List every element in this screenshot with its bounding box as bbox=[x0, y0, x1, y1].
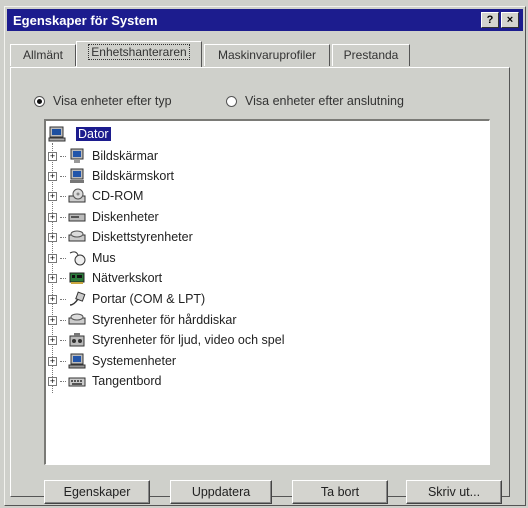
tree-item[interactable]: + Styrenheter för ljud, video och spel bbox=[48, 330, 284, 350]
remove-button[interactable]: Ta bort bbox=[292, 480, 388, 504]
tree-item[interactable]: + Bildskärmskort bbox=[48, 166, 174, 186]
expand-icon[interactable]: + bbox=[48, 356, 57, 366]
tree-item-label: Systemenheter bbox=[92, 354, 177, 368]
device-tree[interactable]: Dator + Bildskärmar + Bildskärmskort + C… bbox=[44, 119, 490, 465]
port-icon bbox=[69, 291, 86, 306]
tab-performance-label: Prestanda bbox=[343, 48, 399, 62]
expand-icon[interactable]: + bbox=[48, 212, 57, 222]
help-button[interactable]: ? bbox=[481, 12, 499, 28]
disk-drive-icon bbox=[68, 213, 86, 222]
tree-item-label: Diskettstyrenheter bbox=[92, 230, 193, 244]
tab-device-manager[interactable]: Enhetshanteraren bbox=[76, 41, 202, 67]
close-button[interactable]: × bbox=[501, 12, 519, 28]
tree-item-label: Bildskärmskort bbox=[92, 169, 174, 183]
tree-item[interactable]: + Mus bbox=[48, 248, 116, 268]
expand-icon[interactable]: + bbox=[48, 151, 57, 161]
tree-item[interactable]: + Bildskärmar bbox=[48, 146, 158, 166]
properties-button[interactable]: Egenskaper bbox=[44, 480, 150, 504]
radio-by-connection[interactable]: Visa enheter efter anslutning bbox=[226, 94, 404, 108]
tree-item[interactable]: + Systemenheter bbox=[48, 351, 176, 371]
computer-icon bbox=[48, 126, 66, 142]
expand-icon[interactable]: + bbox=[48, 376, 57, 386]
radio-by-connection-indicator[interactable] bbox=[226, 95, 237, 107]
print-button[interactable]: Skriv ut... bbox=[406, 480, 502, 504]
expand-icon[interactable]: + bbox=[48, 273, 57, 283]
expand-icon[interactable]: + bbox=[48, 294, 57, 304]
radio-by-type[interactable]: Visa enheter efter typ bbox=[34, 94, 172, 108]
tree-item[interactable]: + Diskettstyrenheter bbox=[48, 227, 193, 247]
expand-icon[interactable]: + bbox=[48, 335, 57, 345]
radio-by-type-indicator[interactable] bbox=[34, 95, 45, 107]
tree-item[interactable]: + Nätverkskort bbox=[48, 268, 162, 288]
tree-root-label: Dator bbox=[76, 127, 111, 141]
tree-item-label: Portar (COM & LPT) bbox=[92, 292, 206, 306]
expand-icon[interactable]: + bbox=[48, 171, 57, 181]
expand-icon[interactable]: + bbox=[48, 191, 57, 201]
floppy-controller-icon bbox=[68, 230, 86, 242]
tree-item-label: Bildskärmar bbox=[92, 149, 158, 163]
tree-item-label: Styrenheter för ljud, video och spel bbox=[92, 333, 285, 347]
tree-item-label: Tangentbord bbox=[92, 374, 162, 388]
expand-icon[interactable]: + bbox=[48, 232, 57, 242]
tree-item[interactable]: + CD-ROM bbox=[48, 186, 143, 206]
tree-item[interactable]: + Styrenheter för hårddiskar bbox=[48, 310, 237, 330]
tab-device-manager-label: Enhetshanteraren bbox=[88, 44, 190, 60]
tree-root-dator[interactable]: Dator bbox=[48, 126, 111, 142]
tab-performance[interactable]: Prestanda bbox=[332, 44, 410, 66]
system-device-icon bbox=[68, 353, 86, 369]
cdrom-icon bbox=[68, 188, 86, 203]
tree-item[interactable]: + Portar (COM & LPT) bbox=[48, 289, 205, 309]
tree-item-label: Mus bbox=[92, 251, 116, 265]
tree-item-label: Diskenheter bbox=[92, 210, 159, 224]
monitor-icon bbox=[70, 148, 84, 163]
tab-hardware-profiles[interactable]: Maskinvaruprofiler bbox=[204, 44, 330, 66]
hdd-controller-icon bbox=[68, 313, 86, 325]
tab-hardware-profiles-label: Maskinvaruprofiler bbox=[217, 48, 317, 62]
window-title: Egenskaper för System bbox=[13, 12, 158, 28]
tree-item-label: CD-ROM bbox=[92, 189, 144, 203]
keyboard-icon bbox=[68, 377, 86, 387]
expand-icon[interactable]: + bbox=[48, 253, 57, 263]
tree-item-label: Nätverkskort bbox=[92, 271, 163, 285]
tree-item-label: Styrenheter för hårddiskar bbox=[92, 313, 237, 327]
tree-item[interactable]: + Diskenheter bbox=[48, 207, 159, 227]
network-card-icon bbox=[69, 272, 85, 284]
display-adapter-icon bbox=[70, 168, 84, 183]
expand-icon[interactable]: + bbox=[48, 315, 57, 325]
radio-by-type-label: Visa enheter efter typ bbox=[53, 94, 172, 108]
sound-icon bbox=[69, 333, 85, 347]
title-bar[interactable]: Egenskaper för System ? × bbox=[7, 9, 523, 31]
tree-item[interactable]: + Tangentbord bbox=[48, 371, 162, 391]
radio-by-connection-label: Visa enheter efter anslutning bbox=[245, 94, 404, 108]
tab-general-label: Allmänt bbox=[22, 48, 63, 62]
tab-general[interactable]: Allmänt bbox=[10, 44, 76, 66]
mouse-icon bbox=[69, 251, 86, 266]
refresh-button[interactable]: Uppdatera bbox=[170, 480, 272, 504]
